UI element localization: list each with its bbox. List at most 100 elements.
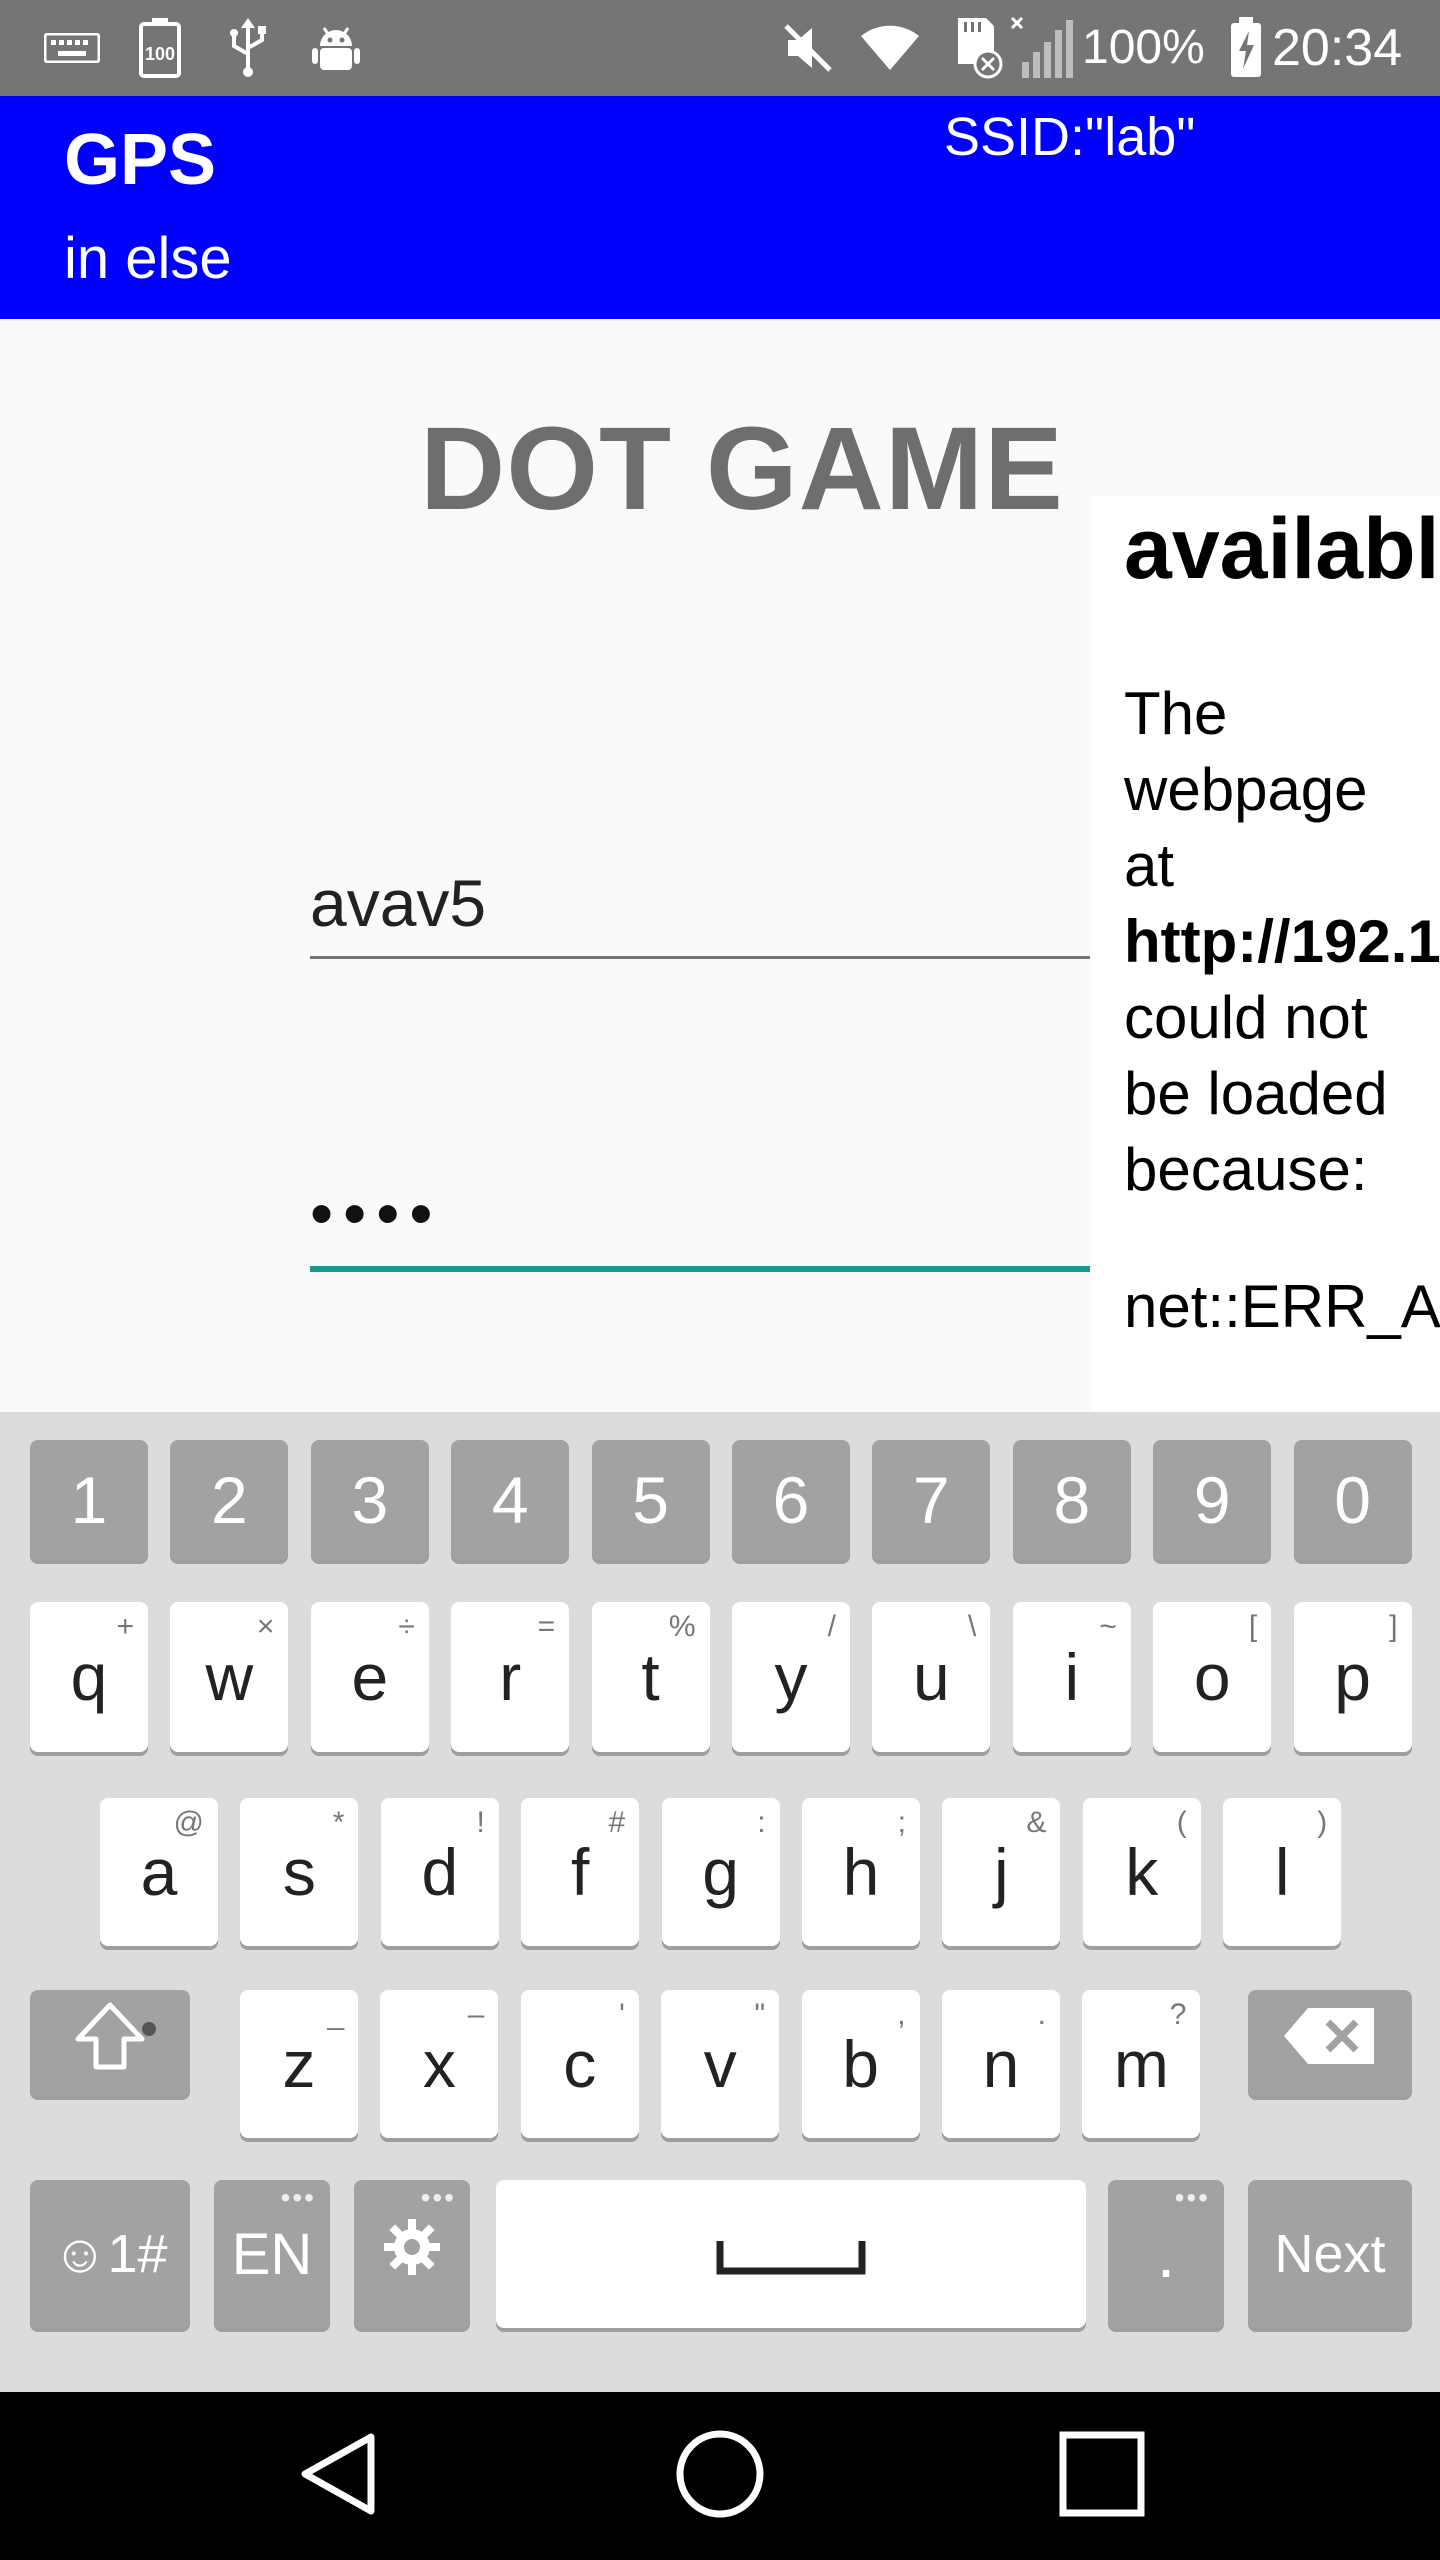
error-line: The (1124, 680, 1228, 747)
key-secondary-symbol: # (608, 1806, 626, 1839)
no-signal-icon (1010, 16, 1074, 78)
clock: 20:34 (1272, 19, 1403, 77)
key-o[interactable]: [o (1153, 1602, 1272, 1752)
recents-button[interactable] (1042, 2416, 1162, 2536)
key-y[interactable]: / y (732, 1602, 850, 1752)
key-1[interactable]: 1 (30, 1440, 148, 1560)
key-label: x (422, 2027, 456, 2101)
password-input[interactable] (310, 1160, 1090, 1272)
key-label: i (1064, 1640, 1080, 1714)
key-secondary-symbol: \ (968, 1610, 977, 1643)
gear-icon (382, 2216, 442, 2292)
key-secondary-symbol: ] (1389, 1610, 1398, 1643)
error-heading: availabl (1124, 501, 1440, 597)
ssid-label: SSID:"lab" (944, 107, 1196, 167)
key-x[interactable]: – x (380, 1990, 499, 2138)
key-label: 3 (351, 1463, 389, 1537)
key-n[interactable]: .n (942, 1990, 1060, 2138)
key-label: 7 (913, 1463, 950, 1537)
emoji-symbols-key[interactable]: ☺1# (30, 2180, 190, 2328)
keyboard-icon (40, 18, 104, 78)
key-secondary-symbol: % (668, 1610, 696, 1643)
key-d[interactable]: ! d (380, 1798, 499, 1946)
home-button[interactable] (660, 2416, 780, 2536)
key-label: m (1113, 2027, 1169, 2101)
key-secondary-symbol: : (757, 1806, 766, 1839)
key-k[interactable]: (k (1082, 1798, 1201, 1946)
period-key[interactable]: ••• . (1108, 2180, 1224, 2328)
key-s[interactable]: * s (240, 1798, 359, 1946)
key-r[interactable]: = r (451, 1602, 570, 1752)
key-l[interactable]: ) l (1223, 1798, 1342, 1946)
backspace-key[interactable] (1248, 1990, 1412, 2096)
key-secondary-symbol: , (897, 1998, 906, 2031)
backspace-icon (1282, 2005, 1378, 2081)
key-9[interactable]: 9 (1153, 1440, 1272, 1560)
status-bar: 100 100% 20:34 (0, 0, 1440, 96)
navigation-bar (0, 2392, 1440, 2560)
key-j[interactable]: & j (942, 1798, 1061, 1946)
home-icon (674, 2428, 766, 2525)
key-label: 9 (1193, 1463, 1231, 1537)
sd-card-icon (944, 18, 1008, 79)
key-z[interactable]: _ z (240, 1990, 358, 2138)
key-label: g (702, 1835, 739, 1909)
mute-icon (780, 18, 836, 78)
key-t[interactable]: % t (591, 1602, 710, 1752)
key-5[interactable]: 5 (591, 1440, 710, 1560)
key-a[interactable]: @ a (100, 1798, 218, 1946)
key-7[interactable]: 7 (872, 1440, 991, 1560)
key-secondary-symbol: " (754, 1998, 766, 2031)
key-label: 0 (1334, 1463, 1371, 1537)
key-g[interactable]: :g (661, 1798, 780, 1946)
key-u[interactable]: \ u (872, 1602, 991, 1752)
key-label: o (1193, 1640, 1231, 1714)
key-secondary-symbol: ( (1176, 1806, 1187, 1839)
key-label: 8 (1053, 1463, 1091, 1537)
game-title: DOT GAME (420, 403, 1064, 535)
key-label: q (70, 1640, 108, 1714)
settings-key[interactable]: ••• (354, 2180, 470, 2328)
key-secondary-symbol: [ (1248, 1610, 1258, 1643)
android-debug-icon (308, 18, 364, 78)
usb-icon (222, 18, 274, 78)
more-dots: ••• (420, 2182, 456, 2213)
key-secondary-symbol: ! (476, 1806, 485, 1839)
key-3[interactable]: 3 (310, 1440, 429, 1560)
key-m[interactable]: ? m (1082, 1990, 1201, 2138)
key-secondary-symbol: _ (327, 1998, 344, 2031)
space-key[interactable] (496, 2180, 1086, 2328)
language-key[interactable]: ••• EN (214, 2180, 330, 2328)
wifi-icon (858, 18, 922, 78)
key-label: p (1334, 1640, 1371, 1714)
error-url[interactable]: http://192.1 (1124, 904, 1440, 980)
error-line: at (1124, 832, 1175, 899)
key-p[interactable]: ] p (1293, 1602, 1412, 1752)
key-label: 4 (491, 1463, 529, 1537)
key-h[interactable]: ; h (802, 1798, 920, 1946)
key-4[interactable]: 4 (451, 1440, 570, 1560)
key-label: d (421, 1835, 459, 1909)
username-input[interactable] (310, 850, 1090, 959)
key-q[interactable]: + q (30, 1602, 148, 1752)
error-code: net::ERR_AI (1124, 1273, 1440, 1340)
app-title: GPS (64, 120, 217, 200)
key-b[interactable]: ,b (801, 1990, 920, 2138)
key-f[interactable]: # f (521, 1798, 640, 1946)
back-button[interactable] (280, 2416, 400, 2536)
key-2[interactable]: 2 (170, 1440, 289, 1560)
key-c[interactable]: ' c (520, 1990, 639, 2138)
key-i[interactable]: ~ i (1012, 1602, 1131, 1752)
key-w[interactable]: × w (170, 1602, 289, 1752)
key-8[interactable]: 8 (1012, 1440, 1131, 1560)
key-secondary-symbol: * (332, 1806, 345, 1839)
key-label: 5 (632, 1463, 669, 1537)
error-message: The webpage at http://192.1 could not be… (1124, 676, 1440, 1208)
key-v[interactable]: " v (661, 1990, 780, 2138)
key-e[interactable]: ÷ e (310, 1602, 429, 1752)
battery-charging-icon (1226, 17, 1266, 78)
key-6[interactable]: 6 (732, 1440, 850, 1560)
next-key[interactable]: Next (1248, 2180, 1412, 2328)
shift-key[interactable] (30, 1990, 190, 2096)
key-0[interactable]: 0 (1293, 1440, 1412, 1560)
